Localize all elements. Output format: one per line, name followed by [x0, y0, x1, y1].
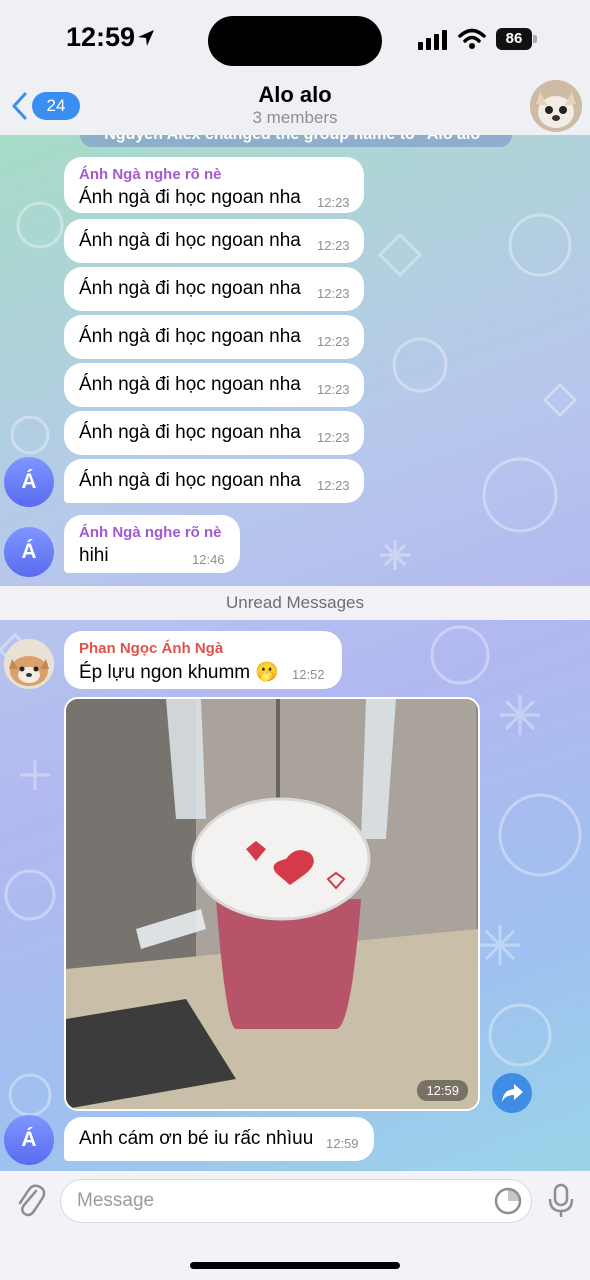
battery-level: 86: [496, 28, 532, 50]
message-text: Ánh ngà đi học ngoan nha: [79, 230, 301, 251]
message-time: 12:23: [317, 334, 350, 349]
message-bubble[interactable]: Phan Ngọc Ánh Ngà Ép lựu ngon khumm 🫢 12…: [64, 631, 342, 689]
microphone-icon[interactable]: [546, 1183, 576, 1219]
message-time: 12:46: [192, 552, 225, 567]
status-time: 12:59: [66, 22, 136, 52]
sender-avatar[interactable]: Á: [4, 457, 54, 507]
message-input[interactable]: [60, 1179, 532, 1223]
location-arrow-icon: [138, 30, 154, 46]
dynamic-island: [208, 16, 382, 66]
message-time: 12:52: [292, 667, 325, 682]
message-time: 12:59: [326, 1136, 359, 1151]
unread-messages-divider: Unread Messages: [0, 586, 590, 620]
sender-avatar[interactable]: Á: [4, 1115, 54, 1165]
message-bubble[interactable]: Ánh Ngà nghe rõ nè hihi 12:46: [64, 515, 240, 573]
message-bubble[interactable]: Ánh ngà đi học ngoan nha 12:23: [64, 411, 364, 455]
service-message: Nguyen Alex changed the group name to "A…: [80, 135, 512, 147]
attachment-icon[interactable]: [12, 1181, 48, 1221]
wifi-icon: [458, 28, 486, 49]
home-indicator: [190, 1262, 400, 1269]
sender-avatar[interactable]: Á: [4, 527, 54, 577]
message-time: 12:23: [317, 286, 350, 301]
message-text: Ánh ngà đi học ngoan nha: [79, 187, 301, 208]
message-bubble[interactable]: Ánh Ngà nghe rõ nè Ánh ngà đi học ngoan …: [64, 157, 364, 213]
message-text: Ánh ngà đi học ngoan nha: [79, 422, 301, 443]
group-avatar[interactable]: [530, 80, 582, 132]
message-bubble[interactable]: Ánh ngà đi học ngoan nha 12:23: [64, 219, 364, 263]
message-time: 12:23: [317, 478, 350, 493]
drink-photo: [66, 699, 478, 1109]
status-bar: 12:59 86: [0, 0, 590, 80]
sticker-icon[interactable]: [494, 1187, 522, 1215]
photo-message[interactable]: 12:59: [64, 697, 480, 1111]
message-bubble[interactable]: Ánh ngà đi học ngoan nha 12:23: [64, 363, 364, 407]
sender-name: Phan Ngọc Ánh Ngà: [79, 640, 224, 657]
message-bubble[interactable]: Ánh ngà đi học ngoan nha 12:23: [64, 267, 364, 311]
message-bubble[interactable]: Ánh ngà đi học ngoan nha 12:23: [64, 315, 364, 359]
chat-area[interactable]: Nguyen Alex changed the group name to "A…: [0, 135, 590, 1171]
sender-name: Ánh Ngà nghe rõ nè: [79, 166, 222, 183]
message-bubble[interactable]: Anh cám ơn bé iu rấc nhìuu 12:59: [64, 1117, 374, 1161]
member-count: 3 members: [252, 108, 338, 127]
message-text: Anh cám ơn bé iu rấc nhìuu: [79, 1128, 314, 1149]
forward-arrow-icon: [502, 1084, 523, 1102]
message-text: hihi: [79, 545, 109, 566]
message-text: Ánh ngà đi học ngoan nha: [79, 374, 301, 395]
message-composer: [0, 1171, 590, 1280]
message-text: Ánh ngà đi học ngoan nha: [79, 470, 301, 491]
chat-title[interactable]: Alo alo: [0, 82, 590, 108]
sender-name: Ánh Ngà nghe rõ nè: [79, 524, 222, 541]
photo-time: 12:59: [417, 1080, 468, 1101]
message-time: 12:23: [317, 195, 350, 210]
message-time: 12:23: [317, 382, 350, 397]
message-text: Ép lựu ngon khumm 🫢: [79, 662, 280, 683]
chat-header: 24 Alo alo 3 members: [0, 80, 590, 135]
message-time: 12:23: [317, 238, 350, 253]
message-text: Ánh ngà đi học ngoan nha: [79, 278, 301, 299]
forward-button[interactable]: [492, 1073, 532, 1113]
message-time: 12:23: [317, 430, 350, 445]
cellular-signal-icon: [418, 30, 447, 50]
message-bubble[interactable]: Ánh ngà đi học ngoan nha 12:23: [64, 459, 364, 503]
message-text: Ánh ngà đi học ngoan nha: [79, 326, 301, 347]
battery-indicator: 86: [496, 28, 538, 50]
sender-avatar-photo[interactable]: [4, 639, 54, 689]
